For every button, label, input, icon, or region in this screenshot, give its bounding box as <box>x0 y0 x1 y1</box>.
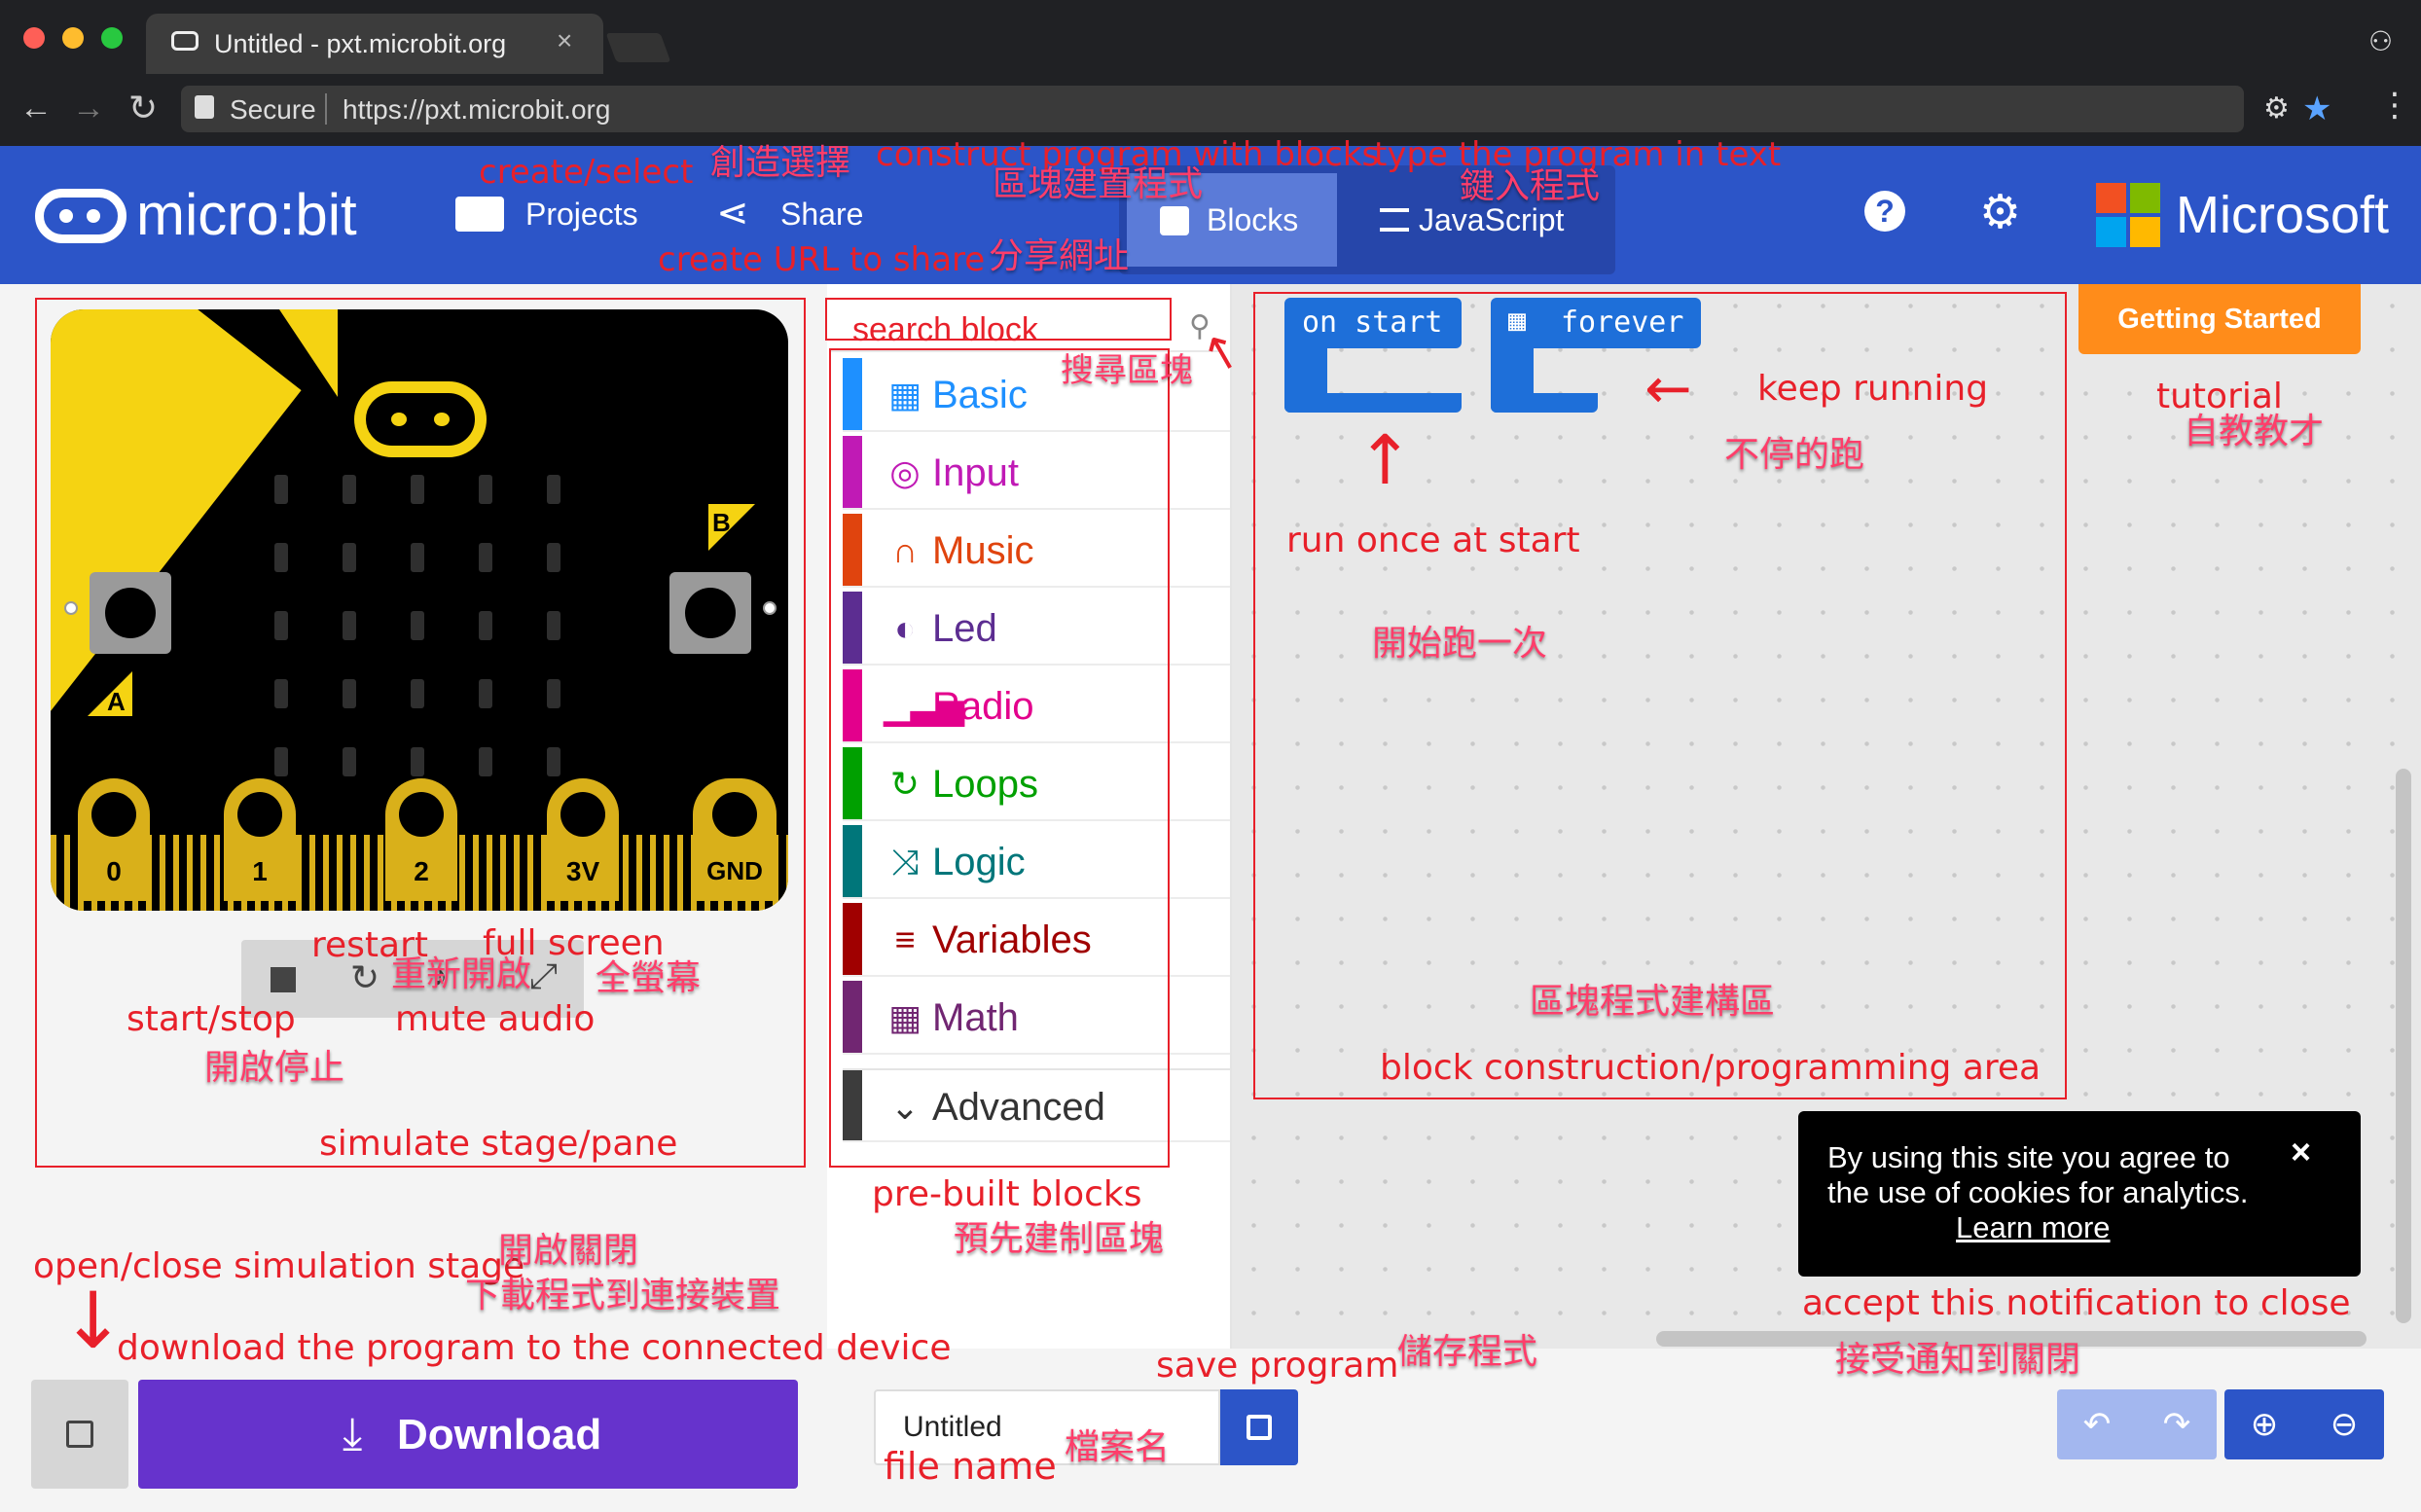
annotation-zi-jiao: 自教教才 <box>2184 412 2325 451</box>
annotation-kai-qi-ting: 開啟停止 <box>204 1048 345 1088</box>
lock-icon <box>195 95 214 119</box>
close-tab-icon[interactable]: × <box>557 25 572 56</box>
annotation-download-program: download the program to the connected de… <box>117 1328 952 1368</box>
download-button[interactable]: ⤓ Download <box>138 1380 798 1489</box>
download-label: Download <box>397 1411 602 1458</box>
arrow-forever-icon: ← <box>1644 355 1692 421</box>
help-icon[interactable]: ? <box>1864 191 1905 232</box>
annotation-save-program: save program <box>1156 1346 1399 1386</box>
puzzle-icon <box>1160 206 1189 235</box>
annotation-jian-ru: 鍵入程式 <box>1460 166 1601 206</box>
logo-text: micro:bit <box>136 182 357 247</box>
toolbox-annotation-box <box>829 348 1170 1168</box>
annotation-kai-qi-guan-bi: 開啟關閉 <box>498 1231 639 1271</box>
search-annotation-box <box>825 298 1172 341</box>
microsoft-label: Microsoft <box>2176 186 2390 244</box>
microsoft-logo-icon <box>2096 183 2160 247</box>
annotation-jie-shou: 接受通知到關閉 <box>1835 1340 2081 1380</box>
javascript-label: JavaScript <box>1419 202 1565 237</box>
projects-button[interactable]: Projects <box>453 185 648 243</box>
zoom-in-button[interactable]: ⊕ <box>2224 1389 2304 1459</box>
bookmark-star-icon[interactable]: ★ <box>2302 90 2331 128</box>
settings-gear-icon[interactable]: ⚙ <box>1979 185 2021 239</box>
annotation-qu-kuai-jian-gou: 區塊程式建構區 <box>1530 982 1776 1022</box>
browser-menu-icon[interactable]: ⋮ <box>2378 86 2411 125</box>
text-lines-icon <box>1380 208 1409 232</box>
annotation-chong-xin: 重新開啟 <box>391 954 532 994</box>
annotation-file-name: file name <box>884 1445 1057 1488</box>
annotation-dang-an: 檔案名 <box>1065 1427 1171 1467</box>
incognito-icon: ⚇ <box>2368 26 2394 56</box>
annotation-accept-notification: accept this notification to close <box>1802 1283 2351 1323</box>
arrow-on-start-icon: ↑ <box>1356 420 1414 500</box>
annotation-tutorial: tutorial <box>2156 377 2283 416</box>
getting-started-label: Getting Started <box>2117 304 2322 335</box>
extension-icon[interactable]: ⚙ <box>2263 91 2290 126</box>
browser-tab[interactable]: Untitled - pxt.microbit.org × <box>146 14 603 74</box>
close-icon[interactable]: × <box>2291 1134 2311 1170</box>
url-text: https://pxt.microbit.org <box>343 94 611 125</box>
new-tab-button[interactable] <box>605 33 671 62</box>
annotation-mute-audio: mute audio <box>395 999 596 1039</box>
zoom-out-button[interactable]: ⊖ <box>2304 1389 2384 1459</box>
address-bar[interactable]: Secure https://pxt.microbit.org ⚙ ★ <box>181 86 2331 132</box>
annotation-quan-ying: 全螢幕 <box>596 958 702 998</box>
share-button[interactable]: ⋖ Share <box>716 185 882 243</box>
save-button[interactable] <box>1220 1389 1298 1465</box>
reload-icon[interactable]: ↻ <box>128 88 158 128</box>
share-label: Share <box>780 197 864 232</box>
toggle-simulator-button[interactable] <box>31 1380 128 1489</box>
microbit-logo-icon <box>35 189 126 243</box>
annotation-simulate-stage: simulate stage/pane <box>319 1124 678 1164</box>
annotation-qu-kuai-jian-zhi: 區塊建置程式 <box>993 164 1204 204</box>
share-icon: ⋖ <box>716 192 749 234</box>
cookie-notice: By using this site you agree to the use … <box>1798 1111 2361 1277</box>
folder-icon <box>455 197 504 232</box>
annotation-block-construction: block construction/programming area <box>1380 1048 2042 1088</box>
collapse-icon <box>66 1421 93 1448</box>
undo-button[interactable]: ↶ <box>2057 1389 2137 1459</box>
annotation-chu-cun: 儲存程式 <box>1397 1332 1538 1372</box>
minimize-window-button[interactable] <box>62 27 84 49</box>
download-icon: ⤓ <box>343 1408 363 1458</box>
annotation-keep-running: keep running <box>1757 369 1989 409</box>
annotation-chuang-zao: 創造選擇 <box>710 143 851 183</box>
vertical-scrollbar[interactable] <box>2396 769 2411 1323</box>
annotation-sou-xun: 搜尋區塊 <box>1061 351 1193 390</box>
forward-icon[interactable]: → <box>72 90 105 127</box>
annotation-run-once: run once at start <box>1286 521 1580 560</box>
maximize-window-button[interactable] <box>101 27 123 49</box>
annotation-xia-zai: 下載程式到連接裝置 <box>465 1276 781 1315</box>
floppy-disk-icon <box>1247 1415 1272 1440</box>
blocks-label: Blocks <box>1207 202 1299 237</box>
annotation-bu-ting: 不停的跑 <box>1724 435 1865 475</box>
arrow-toggle-icon: ↓ <box>60 1276 126 1366</box>
learn-more-link[interactable]: Learn more <box>1956 1210 2111 1245</box>
url-divider <box>325 93 327 125</box>
annotation-create-select: create/select <box>479 153 694 192</box>
annotation-start-stop: start/stop <box>126 999 296 1039</box>
annotation-kai-shi: 開始跑一次 <box>1372 624 1548 664</box>
projects-label: Projects <box>525 197 638 232</box>
getting-started-button[interactable]: Getting Started <box>2078 284 2361 354</box>
filename-value: Untitled <box>903 1411 1002 1443</box>
secure-label: Secure <box>230 94 316 125</box>
microbit-favicon-icon <box>171 31 199 51</box>
redo-button[interactable]: ↷ <box>2137 1389 2217 1459</box>
browser-chrome: Untitled - pxt.microbit.org × ⚇ ← → ↻ Se… <box>0 0 2421 146</box>
annotation-fen-xiang: 分享網址 <box>989 236 1130 276</box>
close-window-button[interactable] <box>23 27 45 49</box>
annotation-create-url: create URL to share <box>658 240 986 279</box>
annotation-pre-built: pre-built blocks <box>872 1174 1142 1214</box>
annotation-yu-xian: 預先建制區塊 <box>954 1219 1165 1259</box>
back-icon[interactable]: ← <box>19 90 53 127</box>
cookie-text: By using this site you agree to the use … <box>1827 1140 2249 1209</box>
tab-title: Untitled - pxt.microbit.org <box>214 29 507 58</box>
